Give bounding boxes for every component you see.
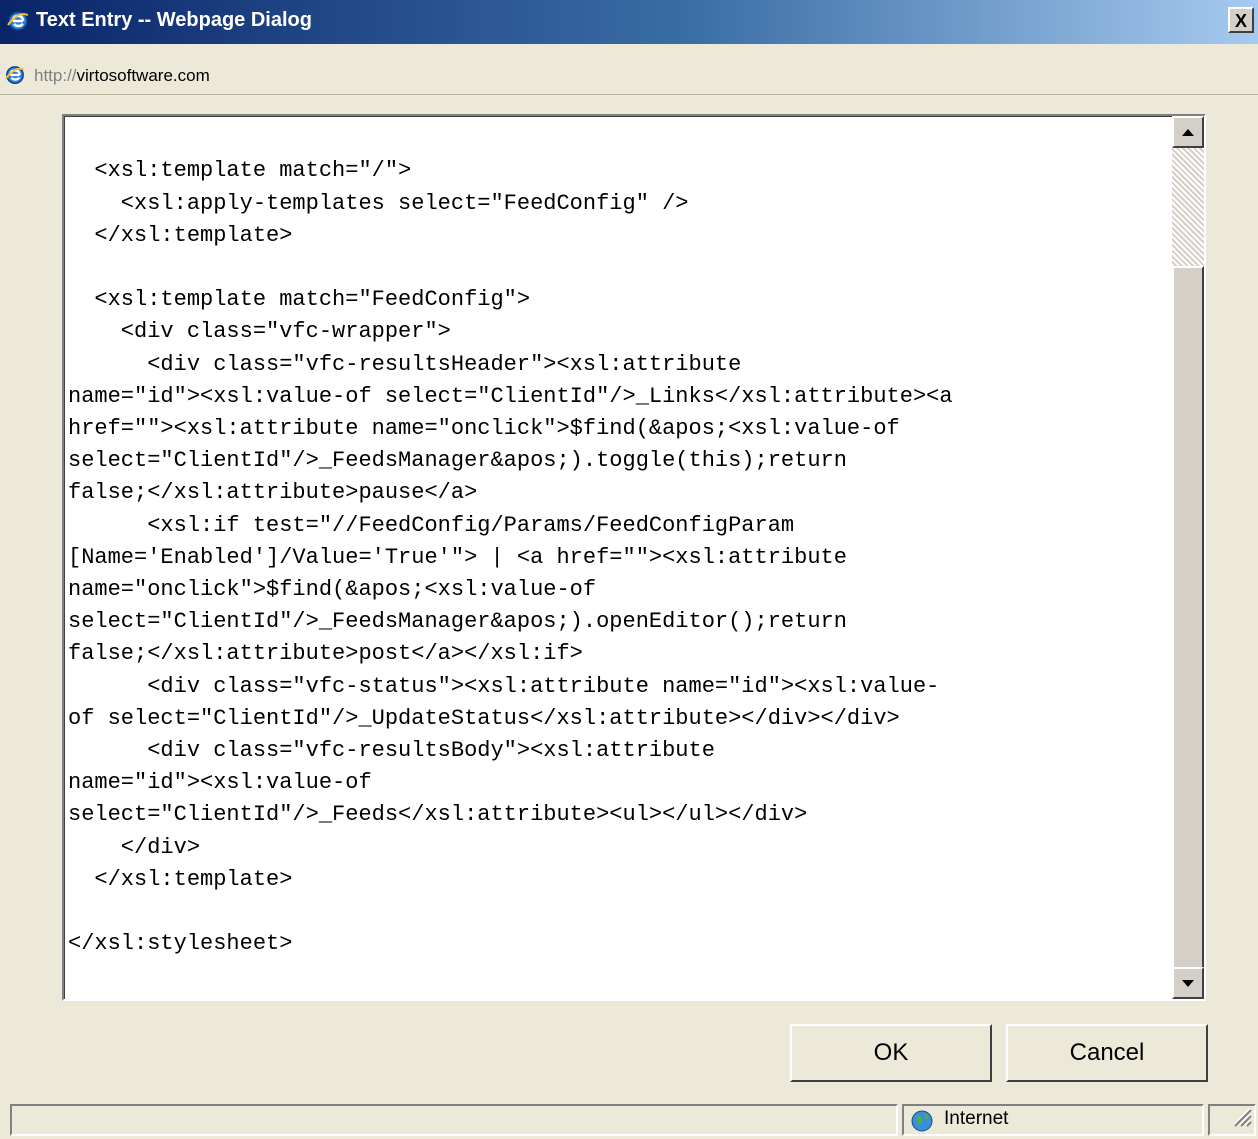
- status-main-pane: [10, 1104, 898, 1136]
- title-bar[interactable]: Text Entry -- Webpage Dialog X: [0, 0, 1258, 44]
- security-zone-label: Internet: [944, 1108, 1009, 1129]
- scroll-down-button[interactable]: [1172, 967, 1204, 999]
- window-title: Text Entry -- Webpage Dialog: [36, 9, 312, 31]
- url-host: virtosoftware.com: [76, 66, 210, 85]
- resize-grip-icon[interactable]: [1230, 1105, 1252, 1132]
- ie-page-icon: [4, 64, 26, 91]
- address-bar: http://virtosoftware.com: [0, 58, 1258, 95]
- close-button[interactable]: X: [1228, 7, 1254, 33]
- xsl-code-content[interactable]: <xsl:output method="html" /> <xsl:templa…: [68, 117, 953, 960]
- security-zone-pane: Internet: [902, 1104, 1204, 1136]
- page-url: http://virtosoftware.com: [34, 66, 210, 86]
- status-bar: Internet: [0, 1100, 1258, 1139]
- close-icon: X: [1234, 11, 1247, 31]
- url-protocol: http://: [34, 66, 77, 85]
- scrollbar-thumb[interactable]: [1172, 266, 1204, 969]
- scroll-down-arrow-icon: [1182, 975, 1194, 991]
- ok-button[interactable]: OK: [790, 1024, 992, 1082]
- cancel-button[interactable]: Cancel: [1006, 1024, 1208, 1082]
- globe-icon: [910, 1109, 934, 1139]
- text-area-viewport[interactable]: <xsl:output method="html" /> <xsl:templa…: [64, 116, 1172, 999]
- xsl-text-area[interactable]: <xsl:output method="html" /> <xsl:templa…: [62, 114, 1206, 1001]
- scrollbar-track[interactable]: [1172, 148, 1204, 266]
- ie-logo-icon: [6, 9, 30, 39]
- scroll-up-arrow-icon: [1182, 124, 1194, 140]
- vertical-scrollbar[interactable]: [1172, 116, 1204, 999]
- resize-grip-pane[interactable]: [1208, 1104, 1256, 1136]
- scroll-up-button[interactable]: [1172, 116, 1204, 148]
